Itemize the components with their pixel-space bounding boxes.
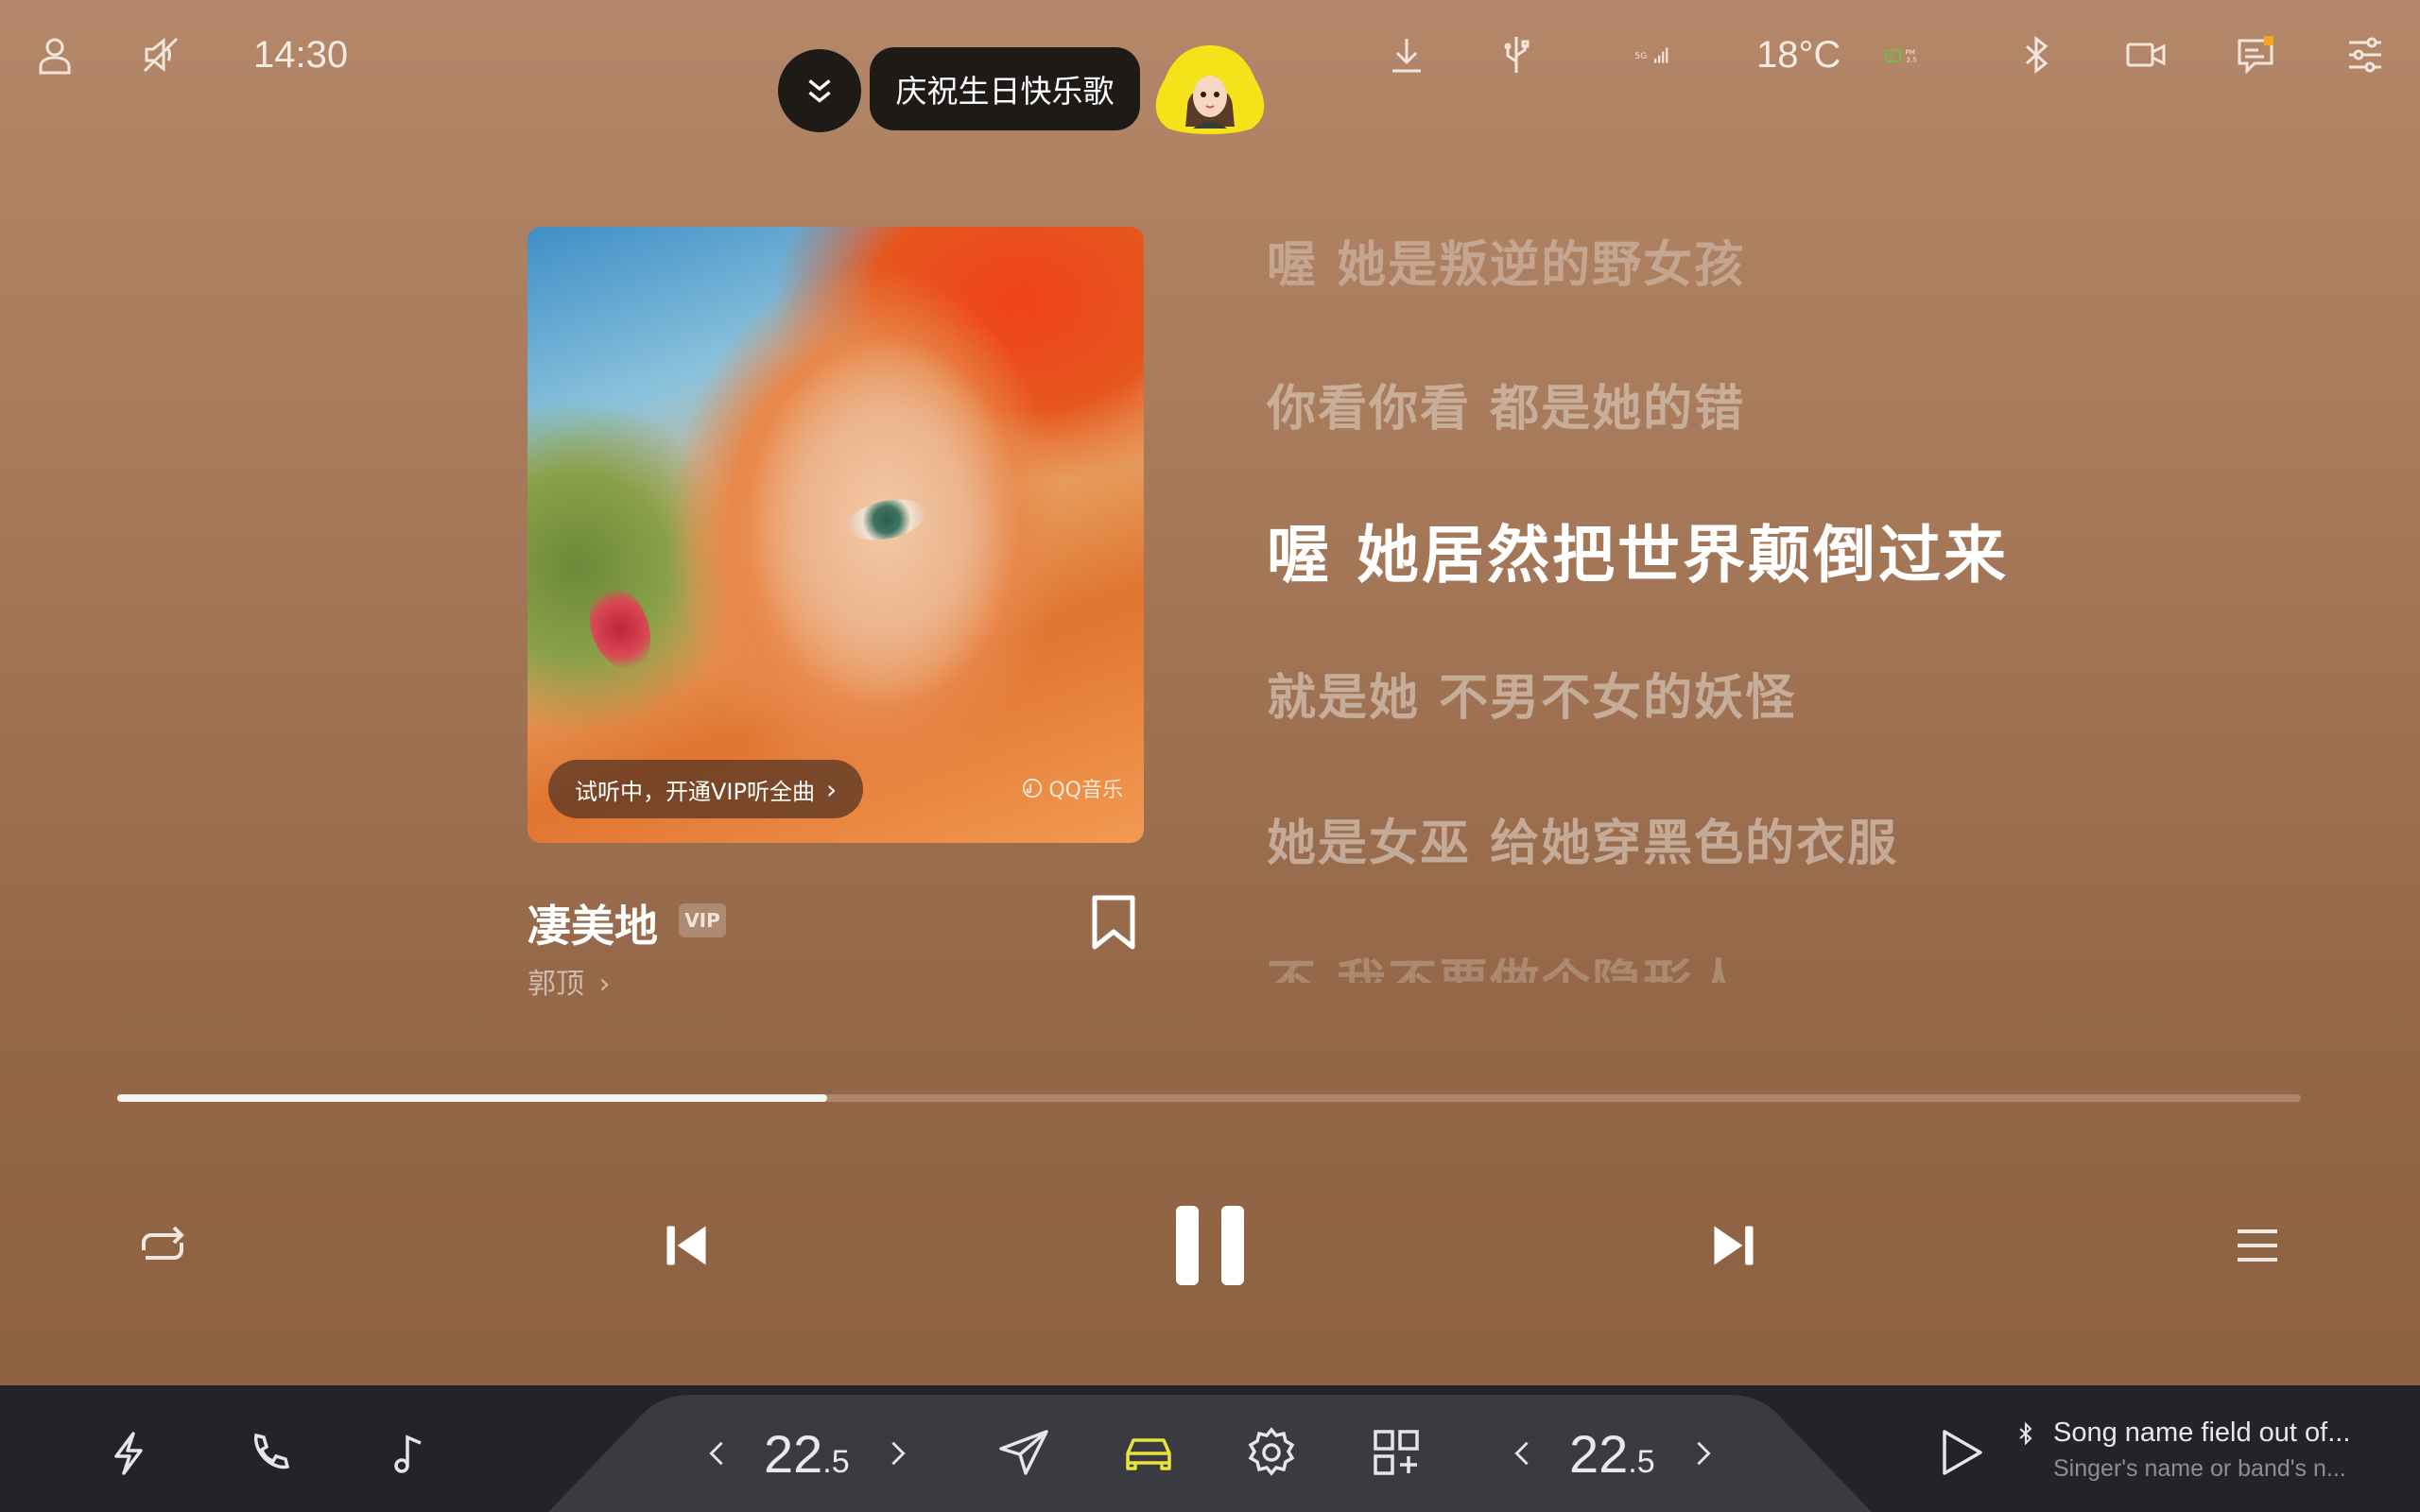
car-icon[interactable] xyxy=(1115,1421,1182,1484)
previous-track-button[interactable] xyxy=(652,1211,720,1280)
vip-trial-chip[interactable]: 试听中，开通VIP听全曲 › xyxy=(548,760,864,818)
lyric-line-current[interactable]: 喔 她居然把世界颠倒过来 xyxy=(1267,505,2009,595)
chevron-right-icon: › xyxy=(598,968,611,1001)
camera-icon[interactable] xyxy=(2119,28,2172,81)
song-title: 凄美地 xyxy=(527,901,658,952)
chevron-left-icon[interactable] xyxy=(698,1433,735,1474)
collapse-notification-button[interactable] xyxy=(778,49,861,132)
play-icon[interactable] xyxy=(1928,1419,1995,1486)
qq-music-watermark: QQ音乐 xyxy=(1022,773,1123,803)
vip-trial-label: 试听中，开通VIP听全曲 xyxy=(575,778,815,805)
artist-link[interactable]: 郭顶 › xyxy=(527,960,611,1002)
svg-text:2.5: 2.5 xyxy=(1907,56,1917,64)
apps-grid-icon[interactable] xyxy=(1365,1421,1427,1484)
outside-temperature: 18°C xyxy=(1756,34,1841,76)
vip-badge: VIP xyxy=(679,903,726,937)
download-icon[interactable] xyxy=(1380,28,1433,81)
phone-icon[interactable] xyxy=(242,1425,299,1482)
assistant-avatar[interactable] xyxy=(1150,42,1270,136)
settings-sliders-icon[interactable] xyxy=(2339,28,2392,81)
dock-center-panel xyxy=(548,1395,1872,1512)
now-playing-artist: Singer's name or band's n... xyxy=(2053,1455,2346,1482)
now-playing-title[interactable]: Song name field out of... xyxy=(2053,1418,2350,1449)
album-art-detail xyxy=(579,578,662,679)
user-icon[interactable] xyxy=(28,28,81,81)
progress-bar[interactable] xyxy=(117,1094,2301,1102)
bluetooth-icon xyxy=(2012,1418,2040,1450)
svg-text:5G: 5G xyxy=(1634,51,1647,61)
left-temperature: 22.5 xyxy=(764,1424,850,1484)
lyric-line[interactable]: 不 我不要做个隐形人 xyxy=(1267,943,1745,983)
usb-icon xyxy=(1490,28,1543,81)
chevron-right-icon[interactable] xyxy=(1685,1433,1722,1474)
lyric-line[interactable]: 就是她 不男不女的妖怪 xyxy=(1267,658,1796,729)
bluetooth-icon[interactable] xyxy=(2010,28,2063,81)
qq-music-logo-icon xyxy=(1023,778,1043,799)
pause-button[interactable] xyxy=(1167,1198,1253,1293)
chevron-left-icon[interactable] xyxy=(1503,1433,1541,1474)
album-cover[interactable]: 试听中，开通VIP听全曲 › QQ音乐 xyxy=(527,227,1144,843)
progress-fill xyxy=(117,1094,827,1102)
mute-icon[interactable] xyxy=(134,28,187,81)
svg-text:30: 30 xyxy=(1889,54,1896,60)
right-temperature: 22.5 xyxy=(1569,1424,1655,1484)
notification-song-pill[interactable]: 庆祝生日快乐歌 xyxy=(870,47,1140,130)
next-track-button[interactable] xyxy=(1700,1211,1768,1280)
playlist-icon[interactable] xyxy=(2227,1215,2288,1276)
album-art-detail xyxy=(843,492,930,547)
svg-text:PM: PM xyxy=(1906,47,1915,56)
navigation-icon[interactable] xyxy=(993,1421,1055,1484)
gear-icon[interactable] xyxy=(1240,1421,1303,1484)
signal-icon: 5G xyxy=(1616,28,1692,81)
lyric-line[interactable]: 喔 她是叛逆的野女孩 xyxy=(1267,225,1745,296)
artist-name: 郭顶 xyxy=(527,968,584,1001)
bookmark-icon[interactable] xyxy=(1089,894,1138,951)
music-icon[interactable] xyxy=(384,1425,441,1482)
clock: 14:30 xyxy=(253,34,349,76)
lyric-line[interactable]: 你看你看 都是她的错 xyxy=(1267,369,1745,439)
chevron-right-icon[interactable] xyxy=(879,1433,917,1474)
lyric-line[interactable]: 她是女巫 给她穿黑色的衣服 xyxy=(1267,803,1898,874)
charging-icon[interactable] xyxy=(100,1425,157,1482)
repeat-icon[interactable] xyxy=(129,1215,197,1276)
chevron-right-icon: › xyxy=(825,773,838,805)
message-icon[interactable] xyxy=(2229,28,2282,81)
air-quality-icon: 30 PM 2.5 xyxy=(1862,28,1947,81)
